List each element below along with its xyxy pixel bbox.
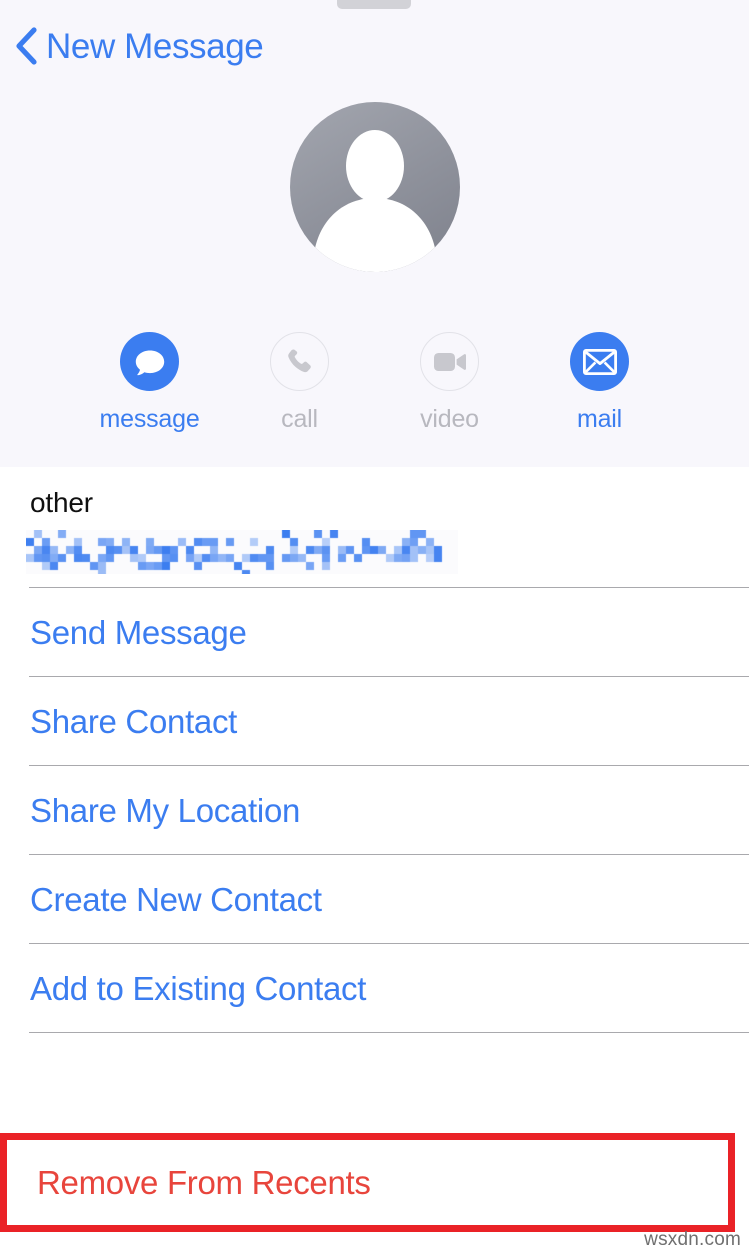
- action-mail-label: mail: [576, 405, 623, 433]
- action-call-circle[interactable]: [270, 332, 329, 391]
- sheet-grabber-handle[interactable]: [337, 0, 411, 9]
- action-call[interactable]: call: [270, 332, 330, 434]
- detail-list: other Send Message Share Contact Share M…: [0, 467, 749, 1136]
- remove-from-recents-section: Remove From Recents: [0, 1133, 749, 1232]
- menu-item-add-to-existing-contact[interactable]: Add to Existing Contact: [0, 944, 749, 1033]
- menu-item-label: Share Contact: [30, 702, 238, 740]
- action-message-circle[interactable]: [120, 332, 179, 391]
- phone-icon: [287, 348, 311, 372]
- action-video-circle[interactable]: [420, 332, 479, 391]
- action-video-label: video: [420, 405, 479, 433]
- person-placeholder-icon: [314, 130, 436, 272]
- row-separator: [29, 1032, 749, 1033]
- list-gap: [0, 1033, 749, 1136]
- menu-item-send-message[interactable]: Send Message: [0, 588, 749, 677]
- action-message-label: message: [99, 405, 200, 433]
- chevron-left-icon: [16, 27, 37, 65]
- menu-item-share-contact[interactable]: Share Contact: [0, 677, 749, 766]
- remove-from-recents-label[interactable]: Remove From Recents: [37, 1164, 371, 1202]
- menu-item-label: Add to Existing Contact: [30, 969, 367, 1007]
- envelope-icon: [582, 348, 617, 375]
- menu-item-label: Send Message: [30, 613, 247, 651]
- contact-field-value-redacted[interactable]: [26, 530, 458, 574]
- contact-detail-sheet: New Message message call video mail othe…: [0, 0, 749, 1253]
- contact-field-label: other: [30, 487, 93, 518]
- action-mail[interactable]: mail: [570, 332, 630, 434]
- message-bubble-icon: [135, 350, 164, 375]
- menu-item-label: Create New Contact: [30, 880, 322, 918]
- back-button-label: New Message: [46, 26, 264, 66]
- watermark: wsxdn.com: [644, 1229, 741, 1250]
- annotation-highlight-box: Remove From Recents: [0, 1133, 735, 1232]
- menu-item-create-new-contact[interactable]: Create New Contact: [0, 855, 749, 944]
- contact-header-panel: New Message message call video mail: [0, 0, 749, 467]
- quick-actions-row: message call video mail: [0, 332, 749, 434]
- action-video[interactable]: video: [420, 332, 480, 434]
- action-mail-circle[interactable]: [570, 332, 629, 391]
- avatar-circle: [290, 102, 460, 272]
- menu-item-share-my-location[interactable]: Share My Location: [0, 766, 749, 855]
- action-call-label: call: [281, 405, 318, 433]
- action-message[interactable]: message: [99, 332, 200, 434]
- video-camera-icon: [433, 352, 466, 371]
- back-button[interactable]: New Message: [14, 18, 264, 74]
- avatar: [290, 102, 460, 272]
- contact-field-other[interactable]: other: [0, 467, 749, 588]
- menu-item-label: Share My Location: [30, 791, 301, 829]
